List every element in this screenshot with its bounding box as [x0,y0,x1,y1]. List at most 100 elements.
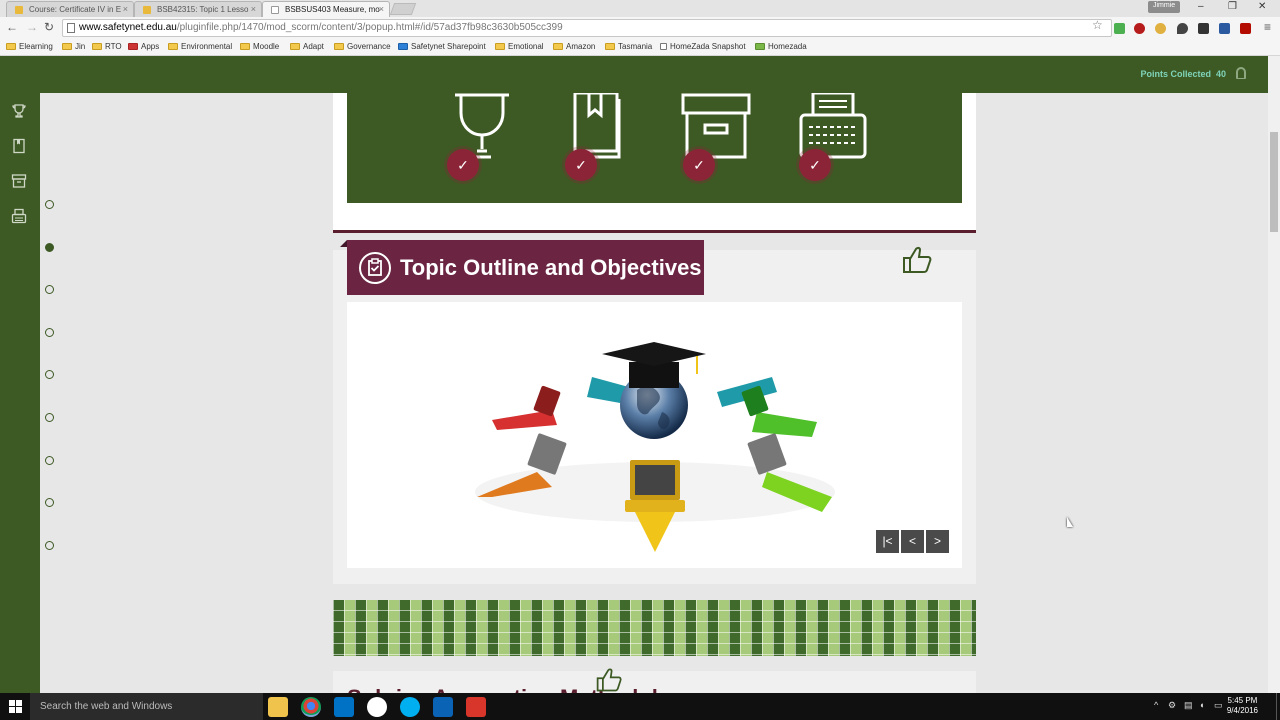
clock-date: 9/4/2016 [1226,706,1258,715]
next-section-title: Sub-ins Accounting Methodology [347,685,697,693]
forward-arrow-icon[interactable]: → [26,20,38,34]
close-tab-icon[interactable]: × [123,4,128,14]
decorative-icon-pattern [333,600,976,656]
section-nav-dot[interactable] [45,285,54,295]
section-nav-dot[interactable] [45,200,54,209]
bookmark-emotional[interactable]: Emotional [495,42,544,51]
bookmark-homezada-snapshot[interactable]: HomeZada Snapshot [660,42,746,51]
slide-next-button[interactable]: > [926,530,949,553]
archive-box-icon[interactable] [11,173,27,189]
bookmark-environmental[interactable]: Environmental [168,42,232,51]
browser-tab-active[interactable]: BSBSUS403 Measure, mo × [262,1,390,17]
tab-title: BSBSUS403 Measure, mo [285,5,380,14]
thumbs-up-icon[interactable] [900,244,934,276]
section-nav-dot[interactable] [45,242,54,252]
show-hidden-icons-chevron-icon[interactable]: ^ [1154,700,1158,710]
check-icon: ✓ [799,149,831,181]
new-tab-button[interactable] [389,3,417,15]
restore-icon[interactable]: ❐ [1228,1,1237,12]
section-nav-dot[interactable] [45,540,54,550]
bookmark-amazon[interactable]: Amazon [553,42,595,51]
folder-icon [334,43,344,50]
outlook-icon[interactable] [334,697,354,717]
bookmark-homezada[interactable]: Homezada [755,42,807,51]
bookmark-adapt[interactable]: Adapt [290,42,324,51]
page-icon [660,43,667,50]
typewriter-icon[interactable] [11,208,27,224]
scrollbar-thumb[interactable] [1270,132,1278,232]
section-nav-dot[interactable] [45,498,54,508]
homezada-logo-icon [755,43,765,50]
url-path: /pluginfile.php/1470/mod_scorm/content/3… [176,22,563,33]
page-scrollbar[interactable] [1268,56,1280,693]
menu-icon[interactable]: ≡ [1264,20,1271,34]
section-title: Topic Outline and Objectives [400,255,702,280]
extension-drop-icon[interactable] [1177,23,1188,34]
extension-crown-icon[interactable] [1155,23,1166,34]
section-nav-dot[interactable] [45,413,54,422]
page-info-icon[interactable] [67,23,75,33]
extension-car-icon[interactable] [1134,23,1145,34]
close-tab-icon[interactable]: × [251,4,256,14]
browser-tab-course[interactable]: Course: Certificate IV in E × [6,1,134,17]
bookmark-governance[interactable]: Governance [334,42,391,51]
section-nav-dot[interactable] [45,327,54,337]
bookmark-safetynet-sharepoint[interactable]: Safetynet Sharepoint [398,42,486,51]
back-arrow-icon[interactable]: ← [6,20,18,34]
taskbar-clock[interactable]: 5:45 PM 9/4/2016 [1227,696,1258,716]
folder-icon [605,43,615,50]
taskbar-search-box[interactable]: Search the web and Windows [30,693,263,720]
extension-doc-icon[interactable] [1219,23,1230,34]
windows-taskbar: Search the web and Windows ^ ⚙ ▤ ◖ ▭ 5:4… [0,693,1280,720]
points-value: 40 [1215,69,1226,79]
typewriter-badge: ✓ [799,91,869,193]
trophy-badge: ✓ [447,93,517,193]
course-header-bar: Points Collected 40 [0,56,1280,93]
windows-start-icon[interactable] [9,700,22,713]
show-desktop-button[interactable] [1276,693,1280,720]
close-window-icon[interactable]: ✕ [1258,1,1266,12]
network-icon[interactable]: ⚙ [1168,700,1176,711]
extension-bird-icon[interactable] [1198,23,1209,34]
bookmarks-bar: Elearning Jin RTO Apps Environmental Moo… [0,39,1280,56]
trophy-icon[interactable] [11,103,27,119]
book-icon[interactable] [11,138,27,154]
volume-icon[interactable]: ◖ [1199,700,1204,710]
extension-pdf-icon[interactable] [1240,23,1251,34]
close-tab-icon[interactable]: × [379,4,384,14]
apps-grid-icon [128,43,138,50]
itunes-icon[interactable] [367,697,387,717]
folder-icon [62,43,72,50]
snagit-icon[interactable] [466,697,486,717]
address-bar[interactable]: www.safetynet.edu.au/pluginfile.php/1470… [62,19,1112,37]
wifi-icon[interactable]: ▤ [1184,700,1193,711]
bookmark-star-icon[interactable]: ☆ [1092,18,1103,32]
notification-bell-icon[interactable] [1236,67,1246,79]
action-center-icon[interactable]: ▭ [1214,700,1223,711]
file-explorer-icon[interactable] [268,697,288,717]
bookmark-moodle[interactable]: Moodle [240,42,279,51]
chrome-icon[interactable] [301,697,321,717]
skype-icon[interactable] [400,697,420,717]
profile-chip[interactable]: Jimmie [1148,1,1181,13]
extension-print-icon[interactable] [1114,23,1125,34]
bookmark-apps[interactable]: Apps [128,42,159,51]
bookmark-tasmania[interactable]: Tasmania [605,42,652,51]
points-collected: Points Collected 40 [1140,69,1226,79]
section-nav-dot[interactable] [45,455,54,465]
thumbs-up-icon[interactable] [594,666,624,694]
slide-first-button[interactable]: |< [876,530,899,553]
next-section-card: Sub-ins Accounting Methodology [333,671,976,693]
minimize-icon[interactable]: – [1198,1,1204,12]
folder-icon [92,43,102,50]
mouse-cursor [1067,517,1073,527]
bookmark-jin[interactable]: Jin [62,42,85,51]
outlook-2-icon[interactable] [433,697,453,717]
browser-tab-topic-lesson[interactable]: BSB42315: Topic 1 Lesso × [134,1,262,17]
bookmark-rto[interactable]: RTO [92,42,122,51]
book-badge: ✓ [565,91,635,193]
reload-icon[interactable]: ↻ [44,20,54,34]
slide-previous-button[interactable]: < [901,530,924,553]
section-nav-dot[interactable] [45,370,54,380]
bookmark-elearning[interactable]: Elearning [6,42,53,51]
